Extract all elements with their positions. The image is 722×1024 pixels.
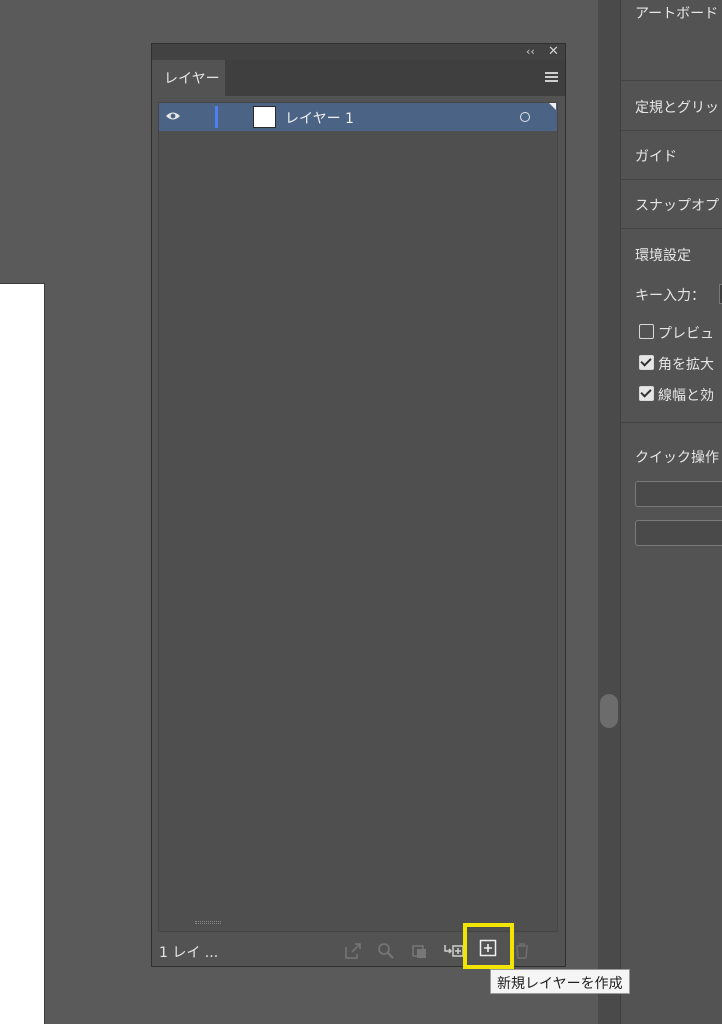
search-icon[interactable] [376,941,396,961]
quick-actions-section-title: クイック操作 [635,450,719,466]
close-icon[interactable]: ✕ [548,44,559,60]
divider [621,228,722,229]
double-chevron-left-icon[interactable]: ‹‹ [526,44,535,60]
scrollbar-thumb[interactable] [600,694,618,728]
layer-thumbnail [253,106,276,128]
divider [621,179,722,180]
artboard-section-title[interactable]: アートボード [635,3,718,23]
selection-indicator-icon [549,103,556,110]
guides-section-title[interactable]: ガイド [635,146,677,166]
layer-count: 1 レイ ... [159,945,219,961]
layers-panel: ‹‹ ✕ レイヤー レイヤー 1 1 レイ ... [151,43,566,967]
export-icon[interactable] [343,941,363,961]
new-layer-highlight [463,923,514,969]
divider [621,80,722,81]
tooltip: 新規レイヤーを作成 [490,969,630,994]
quick-action-button-1[interactable] [635,481,722,507]
layer-list[interactable]: レイヤー 1 [158,102,558,932]
tab-strip: レイヤー [152,60,565,96]
key-input-label: キー入力： [635,288,705,304]
snap-options-section-title[interactable]: スナップオプ [635,195,719,215]
layer-color-indicator [215,106,218,128]
artboard [0,283,45,1024]
quick-action-button-2[interactable] [635,520,722,546]
layer-row[interactable]: レイヤー 1 [159,103,557,131]
scale-strokes-checkbox[interactable] [639,386,654,401]
properties-panel: アートボード 定規とグリッ ガイド スナップオプ 環境設定 キー入力： プレビュ… [620,0,722,1024]
rulers-grid-section-title[interactable]: 定規とグリッ [635,97,719,117]
scale-strokes-label[interactable]: 線幅と効 [658,385,714,405]
scale-corners-checkbox[interactable] [639,355,654,370]
panel-titlebar[interactable]: ‹‹ ✕ [152,44,565,60]
divider [621,130,722,131]
clipping-mask-icon[interactable] [410,941,430,961]
divider [621,422,722,423]
target-circle-icon[interactable] [520,112,530,122]
tab-layers[interactable]: レイヤー [152,60,225,96]
hamburger-menu-icon[interactable] [545,72,558,82]
scale-corners-label[interactable]: 角を拡大 [658,354,714,374]
preferences-section-title: 環境設定 [635,248,691,264]
panel-resize-grip[interactable] [195,921,221,924]
canvas-scrollbar[interactable] [598,0,620,1024]
preview-checkbox[interactable] [639,324,654,339]
eye-icon[interactable] [165,110,181,122]
trash-icon[interactable] [512,941,532,961]
preview-checkbox-label[interactable]: プレビュ [658,323,714,343]
layer-name[interactable]: レイヤー 1 [285,108,354,128]
